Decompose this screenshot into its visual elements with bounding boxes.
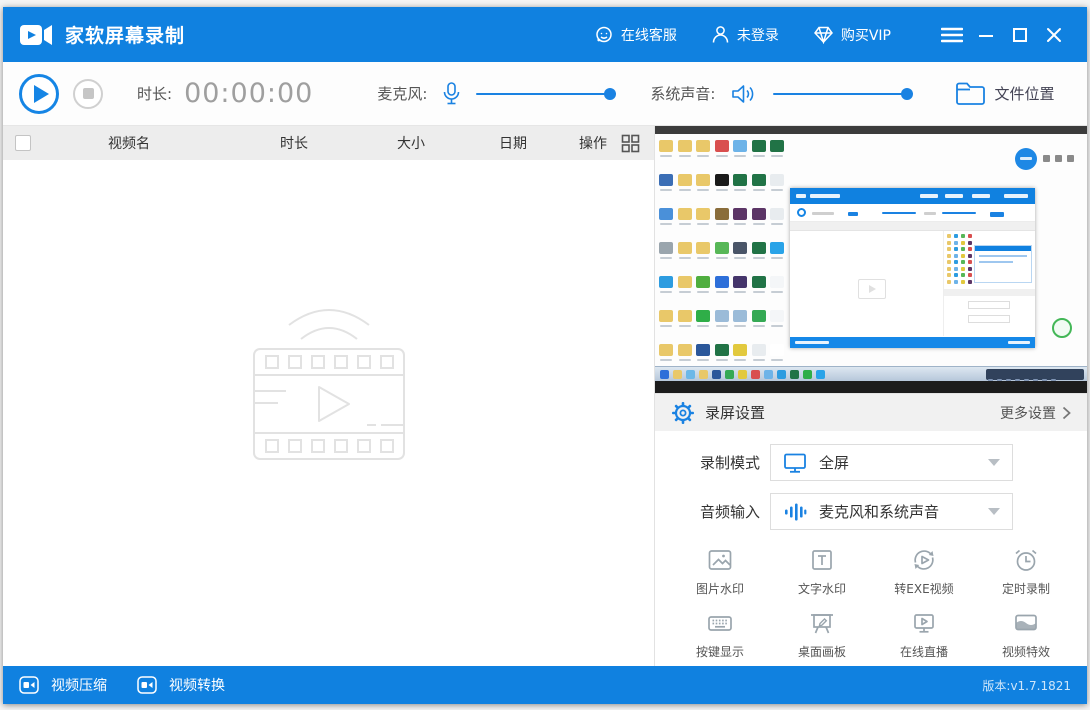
footer-bar: 视频压缩 视频转换 版本:v1.7.1821 xyxy=(3,666,1087,704)
feature-keystroke-display[interactable]: 按键显示 xyxy=(669,609,771,660)
version-label: 版本:v1.7.1821 xyxy=(982,677,1071,694)
live-stream-icon xyxy=(910,609,938,637)
camcorder-icon xyxy=(19,675,43,695)
stop-record-button[interactable] xyxy=(73,79,103,109)
app-window: 家软屏幕录制 在线客服 未登录 购买VIP xyxy=(3,7,1087,704)
preview-taskbar xyxy=(655,366,1087,381)
audio-input-label: 音频输入 xyxy=(700,501,770,522)
monitor-icon xyxy=(783,452,807,474)
grid-view-icon[interactable] xyxy=(621,134,640,153)
stop-icon xyxy=(83,88,94,99)
play-icon xyxy=(34,85,49,103)
floating-toolbar xyxy=(1043,155,1074,162)
column-size: 大小 xyxy=(361,133,461,153)
film-strip-icon xyxy=(219,291,439,471)
record-settings-body: 录制模式 全屏 音频输入 麦克风和系统声音 xyxy=(655,431,1087,666)
video-effects-icon xyxy=(1012,609,1040,637)
text-watermark-icon xyxy=(808,546,836,574)
empty-video-list-illustration xyxy=(219,291,439,475)
audio-input-select[interactable]: 麦克风和系统声音 xyxy=(770,493,1013,530)
start-record-button[interactable] xyxy=(19,74,59,114)
desktop-board-icon xyxy=(808,609,836,637)
video-convert-button[interactable]: 视频转换 xyxy=(137,675,225,695)
close-button[interactable] xyxy=(1037,18,1071,52)
video-table-header: 视频名 时长 大小 日期 操作 xyxy=(3,126,654,160)
microphone-volume-slider[interactable] xyxy=(476,87,614,101)
preview-top-strip xyxy=(655,126,1087,134)
close-icon xyxy=(1046,27,1062,43)
record-mode-value: 全屏 xyxy=(819,452,849,473)
duration-value: 00:00:00 xyxy=(184,78,313,109)
duration-label: 时长: xyxy=(137,83,172,104)
column-actions: 操作 xyxy=(579,133,607,153)
feature-desktop-board[interactable]: 桌面画板 xyxy=(771,609,873,660)
app-logo-icon xyxy=(19,22,55,48)
chevron-down-icon xyxy=(988,508,1000,515)
column-date: 日期 xyxy=(461,133,565,153)
chevron-down-icon xyxy=(988,459,1000,466)
column-duration: 时长 xyxy=(227,133,361,153)
keystroke-display-icon xyxy=(706,609,734,637)
record-mode-select[interactable]: 全屏 xyxy=(770,444,1013,481)
floating-ball-icon xyxy=(1015,148,1037,170)
select-all-checkbox[interactable] xyxy=(15,135,31,151)
system-sound-label: 系统声音: xyxy=(650,83,715,104)
video-list-panel: 视频名 时长 大小 日期 操作 xyxy=(3,126,655,666)
feature-text-watermark[interactable]: 文字水印 xyxy=(771,546,873,597)
record-settings-header: 录屏设置 更多设置 xyxy=(655,393,1087,431)
feature-video-effects[interactable]: 视频特效 xyxy=(975,609,1077,660)
buy-vip-button[interactable]: 购买VIP xyxy=(813,25,891,45)
main-area: 视频名 时长 大小 日期 操作 xyxy=(3,126,1087,666)
audio-bars-icon xyxy=(783,501,807,523)
image-watermark-icon xyxy=(706,546,734,574)
minimize-button[interactable] xyxy=(969,18,1003,52)
feature-image-watermark[interactable]: 图片水印 xyxy=(669,546,771,597)
slider-track xyxy=(476,93,614,95)
camcorder-icon xyxy=(137,675,161,695)
diamond-icon xyxy=(813,25,834,44)
slider-thumb[interactable] xyxy=(604,88,616,100)
menu-button[interactable] xyxy=(935,18,969,52)
window-controls xyxy=(935,18,1071,52)
gear-icon xyxy=(671,401,695,425)
preview-bottom-strip xyxy=(655,381,1087,393)
recursive-app-window xyxy=(790,188,1035,348)
feature-scheduled-record[interactable]: 定时录制 xyxy=(975,546,1077,597)
online-service-button[interactable]: 在线客服 xyxy=(594,25,677,45)
feature-exe-video[interactable]: 转EXE视频 xyxy=(873,546,975,597)
feature-grid: 图片水印 文字水印 转EXE视频 定时录制 xyxy=(655,542,1087,660)
microphone-icon[interactable] xyxy=(443,82,460,106)
green-widget-icon xyxy=(1052,318,1072,338)
titlebar: 家软屏幕录制 在线客服 未登录 购买VIP xyxy=(3,7,1087,62)
chevron-right-icon xyxy=(1062,406,1071,420)
slider-thumb[interactable] xyxy=(901,88,913,100)
exe-video-icon xyxy=(910,546,938,574)
more-settings-button[interactable]: 更多设置 xyxy=(1000,403,1071,423)
file-location-button[interactable]: 文件位置 xyxy=(955,81,1054,106)
record-settings-title: 录屏设置 xyxy=(705,402,765,423)
user-icon xyxy=(711,25,730,44)
column-video-name: 视频名 xyxy=(31,133,227,153)
maximize-button[interactable] xyxy=(1003,18,1037,52)
record-toolbar: 时长: 00:00:00 麦克风: 系统声音: 文件位置 xyxy=(3,62,1087,126)
screen-preview xyxy=(655,126,1087,393)
feature-live-stream[interactable]: 在线直播 xyxy=(873,609,975,660)
microphone-label: 麦克风: xyxy=(377,83,427,104)
headset-smiley-icon xyxy=(594,25,614,45)
video-compress-button[interactable]: 视频压缩 xyxy=(19,675,107,695)
login-status-button[interactable]: 未登录 xyxy=(711,25,779,45)
slider-track xyxy=(773,93,911,95)
maximize-icon xyxy=(1012,27,1028,43)
system-volume-slider[interactable] xyxy=(773,87,911,101)
speaker-icon[interactable] xyxy=(731,83,757,105)
app-title: 家软屏幕录制 xyxy=(65,21,185,48)
settings-panel: 录屏设置 更多设置 录制模式 全屏 音频输入 xyxy=(655,126,1087,666)
record-mode-label: 录制模式 xyxy=(700,452,770,473)
folder-icon xyxy=(955,81,986,106)
audio-input-value: 麦克风和系统声音 xyxy=(819,501,939,522)
minimize-icon xyxy=(978,27,994,43)
hamburger-icon xyxy=(941,27,963,43)
video-table-body xyxy=(3,160,654,666)
scheduled-record-icon xyxy=(1012,546,1040,574)
